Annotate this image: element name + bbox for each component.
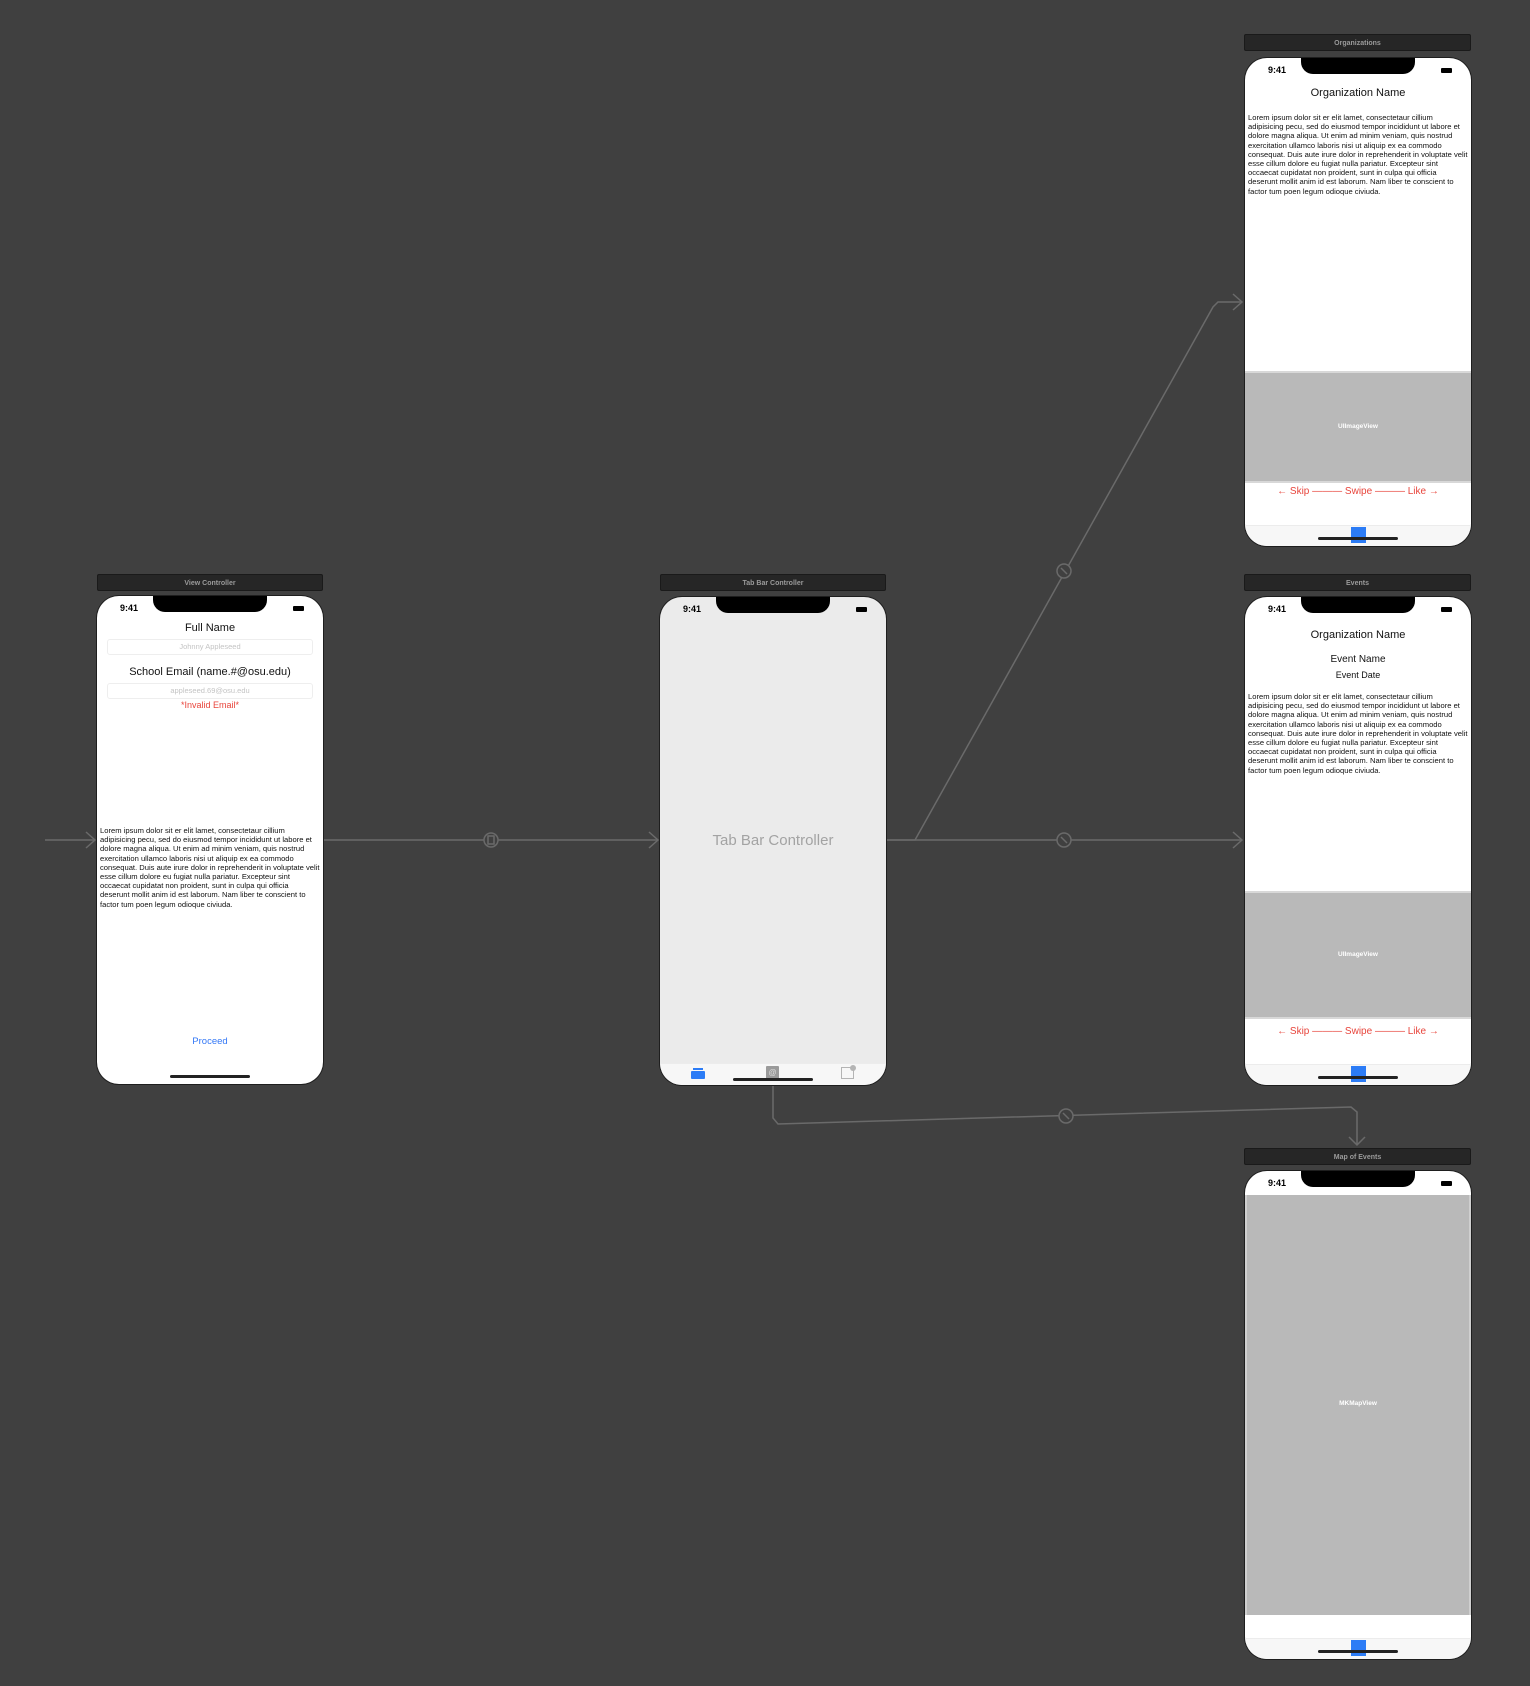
- status-time: 9:41: [1268, 604, 1287, 614]
- full-name-field[interactable]: Johnny Appleseed: [107, 639, 313, 655]
- device-notch: [153, 596, 267, 612]
- scene-title-map-of-events[interactable]: Map of Events: [1244, 1148, 1471, 1165]
- tab-item-stack[interactable]: [691, 1068, 705, 1079]
- scene-title-organizations[interactable]: Organizations: [1244, 34, 1471, 51]
- map-view[interactable]: MKMapView: [1245, 1195, 1471, 1615]
- full-name-label: Full Name: [184, 622, 236, 634]
- battery-icon: [1441, 68, 1452, 73]
- device-notch: [1301, 58, 1415, 74]
- scene-title-view-controller[interactable]: View Controller: [97, 574, 323, 591]
- home-indicator: [733, 1078, 813, 1081]
- device-notch: [716, 597, 830, 613]
- battery-icon: [1441, 607, 1452, 612]
- school-email-field[interactable]: appleseed.69@osu.edu: [107, 683, 313, 699]
- event-description: Lorem ipsum dolor sit er elit lamet, con…: [1248, 692, 1468, 775]
- status-time: 9:41: [683, 604, 702, 614]
- scene-events[interactable]: 9:41 Organization Name Event Name Event …: [1245, 597, 1471, 1085]
- tab-bar-item-icon[interactable]: [1351, 527, 1366, 543]
- school-email-label: School Email (name.#@osu.edu): [129, 666, 291, 678]
- body-text: Lorem ipsum dolor sit er elit lamet, con…: [100, 826, 320, 909]
- home-indicator: [170, 1075, 250, 1078]
- scene-map-of-events[interactable]: 9:41 MKMapView: [1245, 1171, 1471, 1659]
- scene-organizations[interactable]: 9:41 Organization Name Lorem ipsum dolor…: [1245, 58, 1471, 546]
- proceed-button[interactable]: Proceed: [97, 1036, 323, 1047]
- organization-name: Organization Name: [1310, 87, 1406, 99]
- swipe-hint[interactable]: ← Skip ——— Swipe ——— Like →: [1245, 1026, 1471, 1037]
- home-indicator: [1318, 1650, 1398, 1653]
- battery-icon: [293, 606, 304, 611]
- stack-icon: [691, 1071, 705, 1079]
- battery-icon: [856, 607, 867, 612]
- tab-bar-controller-label: Tab Bar Controller: [712, 832, 834, 849]
- device-notch: [1301, 597, 1415, 613]
- device-notch: [1301, 1171, 1415, 1187]
- image-view[interactable]: UIImageView: [1245, 891, 1471, 1019]
- tab-bar-item-icon[interactable]: [1351, 1066, 1366, 1082]
- tab-bar-item-icon[interactable]: [1351, 1640, 1366, 1656]
- image-view[interactable]: UIImageView: [1245, 371, 1471, 483]
- event-date: Event Date: [1335, 670, 1381, 680]
- scene-view-controller[interactable]: 9:41 Full Name Johnny Appleseed School E…: [97, 596, 323, 1084]
- segue-modal-icon[interactable]: [483, 832, 499, 848]
- invalid-email-error: *Invalid Email*: [180, 700, 240, 710]
- swipe-hint[interactable]: ← Skip ——— Swipe ——— Like →: [1245, 486, 1471, 497]
- scene-title-tab-bar-controller[interactable]: Tab Bar Controller: [660, 574, 886, 591]
- home-indicator: [1318, 537, 1398, 540]
- map-pin-icon[interactable]: [841, 1065, 856, 1079]
- status-time: 9:41: [1268, 65, 1287, 75]
- tab-bar: @: [660, 1063, 886, 1085]
- scene-tab-bar-controller[interactable]: 9:41 Tab Bar Controller @: [660, 597, 886, 1085]
- battery-icon: [1441, 1181, 1452, 1186]
- organization-description: Lorem ipsum dolor sit er elit lamet, con…: [1248, 113, 1468, 196]
- status-time: 9:41: [1268, 1178, 1287, 1188]
- scene-title-events[interactable]: Events: [1244, 574, 1471, 591]
- stack-icon-top: [693, 1068, 703, 1070]
- organization-name: Organization Name: [1310, 629, 1406, 641]
- map-pin-dot: [850, 1065, 856, 1071]
- event-name: Event Name: [1330, 654, 1386, 665]
- status-time: 9:41: [120, 603, 139, 613]
- home-indicator: [1318, 1076, 1398, 1079]
